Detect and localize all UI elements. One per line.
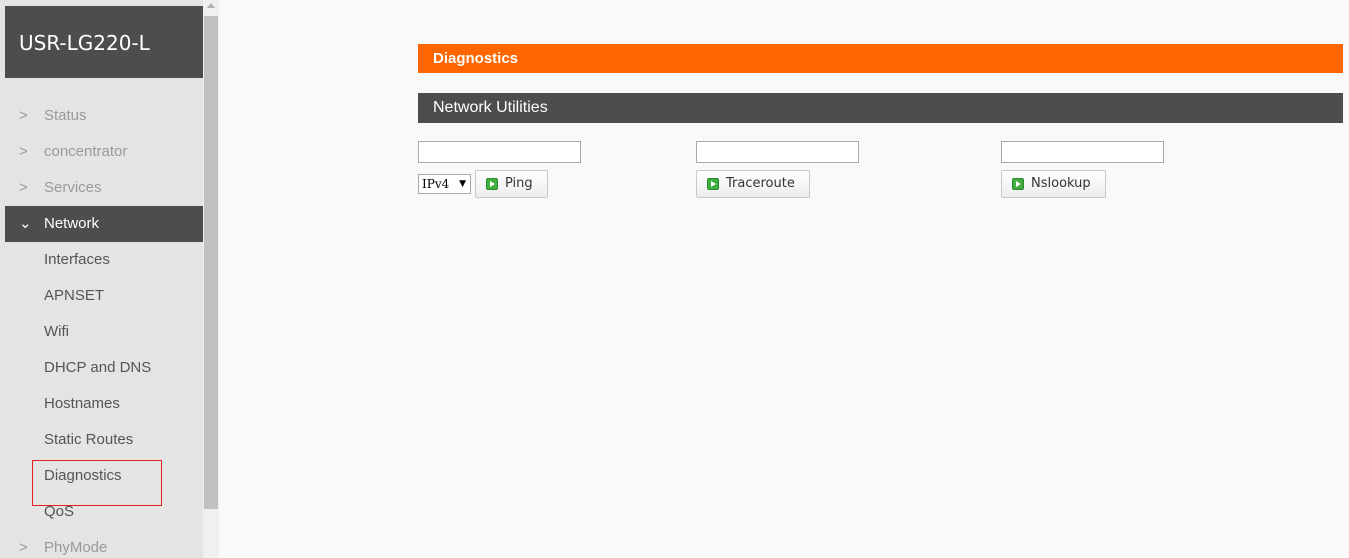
chevron-down-icon: ⌄ — [19, 215, 32, 232]
sidebar-item-status[interactable]: > Status — [5, 98, 203, 134]
sidebar-subitem-diagnostics[interactable]: Diagnostics — [5, 458, 203, 506]
traceroute-button[interactable]: Traceroute — [696, 170, 810, 198]
sidebar-nav: > Status > concentrator > Services ⌄ Net… — [5, 98, 203, 558]
chevron-right-icon: > — [19, 107, 28, 124]
sidebar-subitem-wifi[interactable]: Wifi — [5, 314, 203, 350]
ping-host-input[interactable] — [418, 141, 581, 163]
chevron-right-icon: > — [19, 539, 28, 556]
scroll-up-arrow-icon[interactable] — [207, 3, 215, 8]
ping-button-label: Ping — [505, 176, 533, 191]
sidebar-subitem-interfaces[interactable]: Interfaces — [5, 242, 203, 278]
ping-button[interactable]: Ping — [475, 170, 548, 198]
sidebar-item-phymode[interactable]: > PhyMode — [5, 530, 203, 558]
dropdown-arrow-icon: ▼ — [459, 179, 466, 189]
protocol-select-value: IPv4 — [422, 177, 450, 191]
sidebar-item-services[interactable]: > Services — [5, 170, 203, 206]
sidebar-item-label: Network — [44, 215, 100, 232]
sidebar-subitem-dhcp-dns[interactable]: DHCP and DNS — [5, 350, 203, 386]
sidebar-item-concentrator[interactable]: > concentrator — [5, 134, 203, 170]
sidebar-item-label: Services — [44, 179, 102, 196]
sidebar-scrollbar[interactable] — [203, 0, 219, 558]
sidebar-subitem-qos[interactable]: QoS — [5, 494, 203, 530]
chevron-right-icon: > — [19, 179, 28, 196]
play-icon — [486, 178, 498, 190]
scrollbar-thumb[interactable] — [204, 16, 218, 509]
main-content: Diagnostics Network Utilities IPv4 ▼ Pin… — [219, 0, 1349, 558]
sidebar-item-network[interactable]: ⌄ Network — [5, 206, 203, 242]
play-icon — [707, 178, 719, 190]
brand-title: USR-LG220-L — [5, 6, 203, 78]
sidebar-subitem-apnset[interactable]: APNSET — [5, 278, 203, 314]
section-header: Network Utilities — [418, 93, 1343, 123]
sidebar-subitem-hostnames[interactable]: Hostnames — [5, 386, 203, 422]
sidebar: USR-LG220-L > Status > concentrator > Se… — [0, 0, 203, 558]
chevron-right-icon: > — [19, 143, 28, 160]
traceroute-host-input[interactable] — [696, 141, 859, 163]
nslookup-button-label: Nslookup — [1031, 176, 1091, 191]
page-title: Diagnostics — [418, 44, 1343, 73]
sidebar-subitem-static-routes[interactable]: Static Routes — [5, 422, 203, 458]
play-icon — [1012, 178, 1024, 190]
protocol-select[interactable]: IPv4 ▼ — [418, 174, 471, 194]
sidebar-item-label: Status — [44, 107, 87, 124]
sidebar-item-label: concentrator — [44, 143, 128, 160]
sidebar-item-label: PhyMode — [44, 539, 108, 556]
nslookup-host-input[interactable] — [1001, 141, 1164, 163]
nslookup-button[interactable]: Nslookup — [1001, 170, 1106, 198]
traceroute-button-label: Traceroute — [726, 176, 795, 191]
